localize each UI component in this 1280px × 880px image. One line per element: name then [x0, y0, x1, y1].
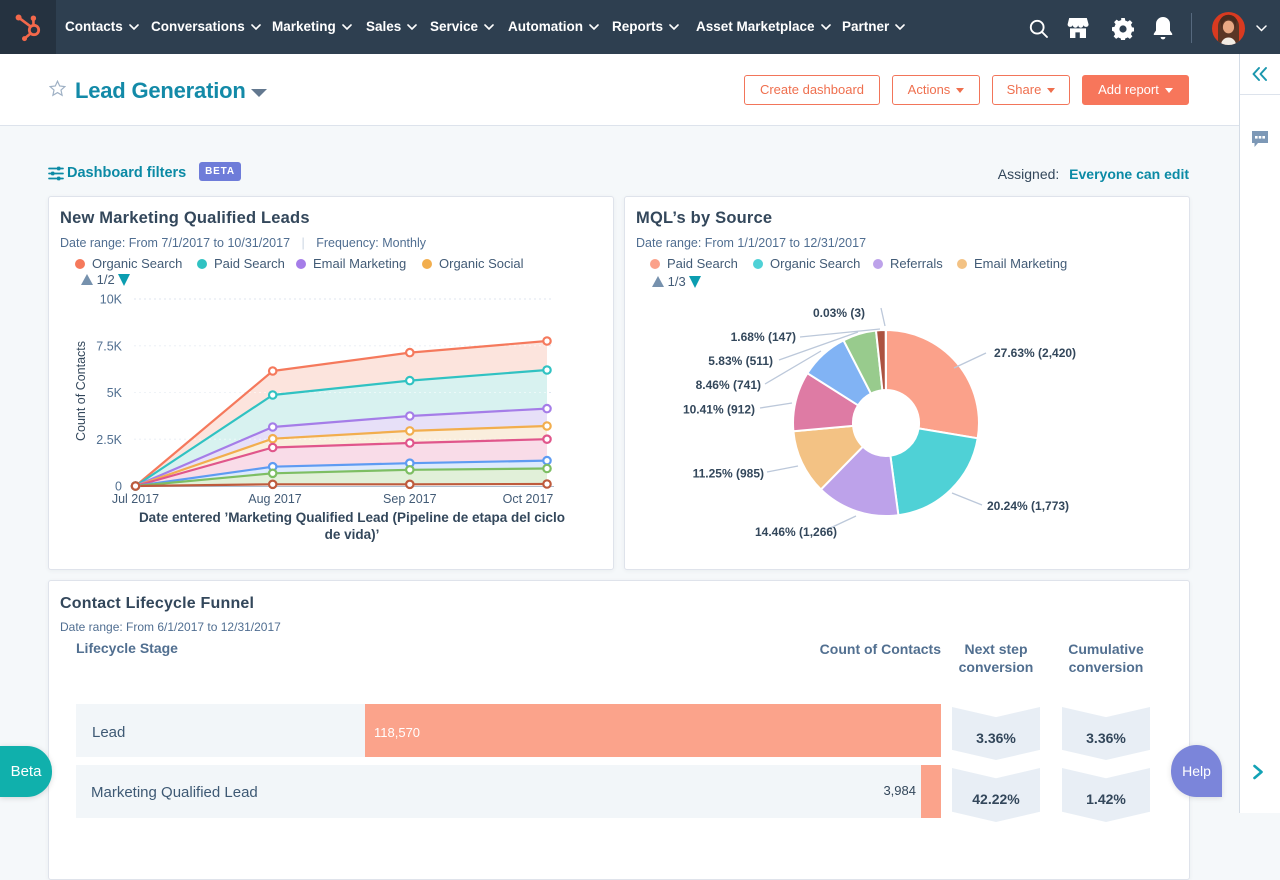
svg-text:de vida)’: de vida)’ — [325, 527, 380, 542]
svg-text:5K: 5K — [107, 386, 123, 400]
svg-text:10K: 10K — [100, 293, 123, 307]
svg-text:7.5K: 7.5K — [96, 339, 122, 353]
svg-text:14.46% (1,266): 14.46% (1,266) — [755, 525, 837, 539]
svg-text:1.68% (147): 1.68% (147) — [731, 330, 796, 344]
svg-text:Count of Contacts: Count of Contacts — [74, 341, 88, 441]
svg-text:0.03% (3): 0.03% (3) — [813, 306, 865, 320]
svg-text:Oct 2017: Oct 2017 — [503, 492, 554, 506]
svg-text:10.41% (912): 10.41% (912) — [683, 403, 755, 417]
svg-text:Sep 2017: Sep 2017 — [383, 492, 437, 506]
svg-text:Date entered ’Marketing Qualif: Date entered ’Marketing Qualified Lead (… — [139, 510, 565, 525]
svg-text:11.25% (985): 11.25% (985) — [693, 467, 764, 481]
svg-text:Jul 2017: Jul 2017 — [112, 492, 159, 506]
svg-text:Aug 2017: Aug 2017 — [248, 492, 302, 506]
svg-text:20.24% (1,773): 20.24% (1,773) — [987, 499, 1069, 513]
svg-text:5.83% (511): 5.83% (511) — [708, 354, 773, 368]
svg-text:8.46% (741): 8.46% (741) — [696, 378, 761, 392]
svg-text:2.5K: 2.5K — [96, 433, 122, 447]
svg-text:27.63% (2,420): 27.63% (2,420) — [994, 346, 1076, 360]
